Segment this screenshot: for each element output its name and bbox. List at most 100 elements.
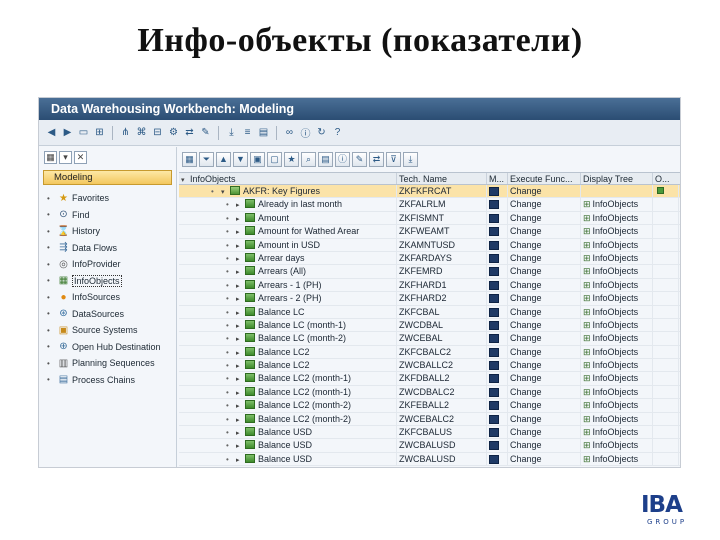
expand-triangle-icon[interactable]: ▸ — [236, 240, 245, 251]
cell-m[interactable] — [487, 278, 508, 292]
cell-execute[interactable]: Change — [508, 185, 581, 198]
column-header-execute[interactable]: Execute Func... — [508, 173, 581, 184]
cell-name[interactable]: • ▾ AKFR: Key Figures — [179, 185, 397, 198]
cell-name[interactable]: • ▸ Balance LC (month-1) — [179, 318, 397, 332]
column-header-name[interactable]: ▾ InfoObjects — [179, 173, 397, 184]
column-header-m[interactable]: M... — [487, 173, 508, 184]
nav-item-history[interactable]: • ⌛ History — [39, 223, 176, 240]
cell-m[interactable] — [487, 439, 508, 452]
column-header-display-tree[interactable]: Display Tree — [581, 173, 653, 184]
maintain-icon[interactable] — [489, 200, 499, 210]
expand-triangle-icon[interactable]: ▸ — [236, 360, 245, 371]
cell-display-tree[interactable]: ⊞ InfoObjects — [581, 372, 653, 385]
link-icon[interactable]: ∞ — [283, 126, 296, 139]
cell-display-tree[interactable]: ⊞ InfoObjects — [581, 211, 653, 225]
cell-execute[interactable]: Change — [508, 399, 581, 412]
cell-name[interactable]: • ▸ Arrears - 1 (PH) — [179, 278, 397, 292]
cell-execute[interactable]: Change — [508, 305, 581, 318]
cell-execute[interactable]: Change — [508, 265, 581, 278]
cell-name[interactable]: • ▸ Balance LC2 — [179, 345, 397, 359]
table-row[interactable]: • ▸ Balance USD ZWCBALUSD Change ⊞ InfoObjects — [179, 452, 680, 467]
cell-display-tree[interactable]: ⊞ InfoObjects — [581, 439, 653, 452]
info-icon[interactable]: ⓘ — [299, 126, 312, 140]
cell-name[interactable]: • ▸ Amount — [179, 211, 397, 225]
cell-execute[interactable]: Change — [508, 412, 581, 426]
nav-item-source-systems[interactable]: • ▣ Source Systems — [39, 322, 176, 339]
expand-triangle-icon[interactable]: ▸ — [236, 253, 245, 264]
sitemap-icon[interactable]: ⊞ — [93, 126, 106, 139]
details-icon[interactable]: ⓘ — [335, 152, 350, 167]
cell-name[interactable]: • ▸ Amount for Wathed Arear — [179, 225, 397, 238]
table-row[interactable]: • ▸ Arrears (All) ZKFEMRD Change ⊞ InfoObjects — [179, 265, 680, 279]
help-icon[interactable]: ? — [331, 126, 344, 139]
tab-modeling[interactable]: Modeling — [43, 170, 172, 185]
cell-name[interactable]: • ▸ Balance USD — [179, 426, 397, 439]
table-row[interactable]: • ▸ Amount in USD ZKAMNTUSD Change ⊞ InfoObjec… — [179, 238, 680, 252]
expand-triangle-icon[interactable]: ▸ — [236, 347, 245, 358]
nav-item-infoobjects[interactable]: • ▦ InfoObjects — [39, 273, 176, 290]
layout-toggle-icon[interactable]: ▦ — [44, 150, 57, 164]
cell-display-tree[interactable]: ⊞ InfoObjects — [581, 412, 653, 426]
column-header-tech-name[interactable]: Tech. Name — [397, 173, 487, 184]
cell-m[interactable] — [487, 332, 508, 345]
expand-triangle-icon[interactable]: ▸ — [236, 454, 245, 465]
table-row[interactable]: • ▸ Arrear days ZKFARDAYS Change ⊞ InfoObjects — [179, 251, 680, 266]
collapse-triangle-icon[interactable]: ▾ — [221, 186, 230, 197]
cell-execute[interactable]: Change — [508, 198, 581, 211]
cell-m[interactable] — [487, 385, 508, 399]
expand-triangle-icon[interactable]: ▸ — [236, 213, 245, 224]
transport-icon[interactable]: ⇄ — [369, 152, 384, 167]
funnel-icon[interactable]: ⊽ — [386, 152, 401, 167]
cell-execute[interactable]: Change — [508, 318, 581, 332]
cell-name[interactable]: • ▸ Balance LC — [179, 305, 397, 318]
expand-triangle-icon[interactable]: ▸ — [236, 387, 245, 398]
table-row[interactable]: • ▸ Arrears - 2 (PH) ZKFHARD2 Change ⊞ InfoObj… — [179, 292, 680, 306]
expand-triangle-icon[interactable]: ▸ — [236, 414, 245, 425]
maintain-icon[interactable] — [489, 454, 499, 464]
table-row[interactable]: • ▸ Balance LC2 (month-2) ZWCEBALC2 Change ⊞ I… — [179, 412, 680, 427]
back-icon[interactable]: ◀ — [45, 126, 58, 139]
collapse-icon[interactable]: ▢ — [267, 152, 282, 167]
nav-item-infosources[interactable]: • ● InfoSources — [39, 289, 176, 306]
cell-execute[interactable]: Change — [508, 345, 581, 359]
cell-display-tree[interactable]: ⊞ InfoObjects — [581, 385, 653, 399]
settings-icon[interactable]: ⚙ — [167, 126, 180, 139]
object-list-icon[interactable]: ≡ — [241, 126, 254, 139]
nav-item-infoprovider[interactable]: • ◎ InfoProvider — [39, 256, 176, 273]
cell-m[interactable] — [487, 198, 508, 211]
cell-display-tree[interactable]: ⊞ InfoObjects — [581, 238, 653, 251]
cell-execute[interactable]: Change — [508, 426, 581, 439]
cell-execute[interactable]: Change — [508, 225, 581, 238]
cell-m[interactable] — [487, 211, 508, 225]
maintain-icon[interactable] — [489, 253, 499, 263]
cell-m[interactable] — [487, 412, 508, 426]
nav-item-data-flows[interactable]: • ⇶ Data Flows — [39, 240, 176, 257]
refresh-icon[interactable]: ↻ — [315, 126, 328, 139]
expand-triangle-icon[interactable]: ▸ — [236, 440, 245, 451]
maintain-icon[interactable] — [489, 320, 499, 330]
cell-display-tree[interactable]: ⊞ InfoObjects — [581, 332, 653, 345]
cell-display-tree[interactable]: ⊞ InfoObjects — [581, 318, 653, 332]
maintain-icon[interactable] — [489, 441, 499, 451]
table-row[interactable]: • ▸ Balance LC (month-1) ZWCDBAL Change ⊞ Info… — [179, 318, 680, 333]
filter-icon[interactable]: ⏷ — [199, 152, 214, 167]
table-row[interactable]: • ▸ Arrears - 1 (PH) ZKFHARD1 Change ⊞ InfoObj… — [179, 278, 680, 293]
maintain-icon[interactable] — [489, 280, 499, 290]
forward-icon[interactable]: ▶ — [61, 126, 74, 139]
cell-m[interactable] — [487, 318, 508, 332]
nav-item-datasources[interactable]: • ⊛ DataSources — [39, 306, 176, 323]
cell-m[interactable] — [487, 399, 508, 412]
cell-name[interactable]: • ▸ Arrears (All) — [179, 265, 397, 278]
table-row[interactable]: • ▸ Amount ZKFISMNT Change ⊞ InfoObjects — [179, 211, 680, 226]
sort-descending-icon[interactable]: ▼ — [233, 152, 248, 167]
cell-m[interactable] — [487, 251, 508, 265]
cell-m[interactable] — [487, 345, 508, 359]
cell-display-tree[interactable]: ⊞ InfoObjects — [581, 278, 653, 292]
transport-icon[interactable]: ⇄ — [183, 126, 196, 139]
expand-triangle-icon[interactable]: ▸ — [236, 400, 245, 411]
cell-execute[interactable]: Change — [508, 238, 581, 251]
cell-execute[interactable]: Change — [508, 211, 581, 225]
expand-triangle-icon[interactable]: ▸ — [236, 373, 245, 384]
cell-name[interactable]: • ▸ Arrears - 2 (PH) — [179, 292, 397, 305]
cell-name[interactable]: • ▸ Balance LC2 (month-2) — [179, 399, 397, 412]
